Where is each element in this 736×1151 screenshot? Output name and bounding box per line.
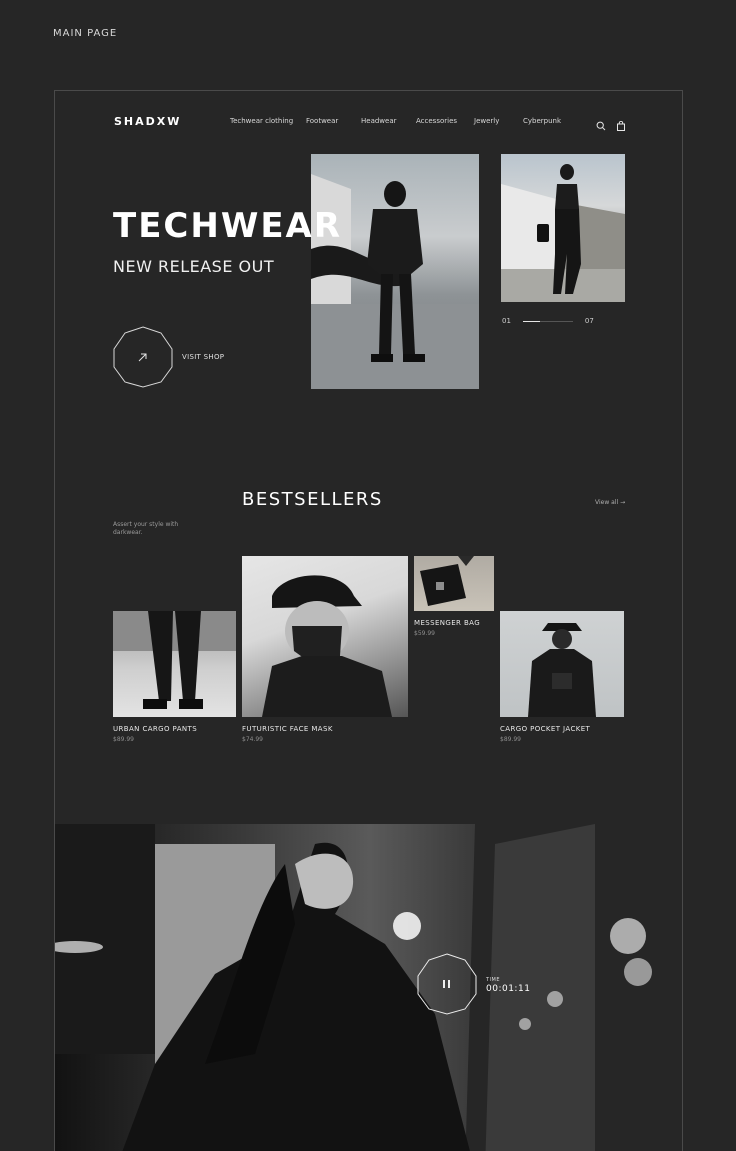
- page-label: MAIN PAGE: [53, 28, 118, 39]
- pause-icon[interactable]: [415, 952, 479, 1016]
- product-price-cargo-jacket: $89.99: [500, 736, 521, 743]
- product-name-messenger-bag[interactable]: MESSENGER BAG: [414, 619, 480, 627]
- main-nav: Techwear clothing Footwear Headwear Acce…: [230, 117, 573, 125]
- product-price-cargo-pants: $89.99: [113, 736, 134, 743]
- nav-accessories[interactable]: Accessories: [416, 117, 474, 125]
- shopping-bag-icon[interactable]: [616, 116, 626, 131]
- hero-side-photo: [501, 154, 625, 302]
- video-control: [415, 952, 479, 1016]
- nav-jewerly[interactable]: Jewerly: [474, 117, 523, 125]
- time-value: 00:01:11: [486, 984, 531, 994]
- slide-progress[interactable]: [522, 320, 573, 322]
- time-label: TIME: [486, 977, 501, 983]
- nav-footwear[interactable]: Footwear: [306, 117, 361, 125]
- nav-cyberpunk[interactable]: Cyberpunk: [523, 117, 573, 125]
- slide-current: 01: [502, 317, 511, 325]
- product-name-cargo-pants[interactable]: URBAN CARGO PANTS: [113, 725, 197, 733]
- brand-logo[interactable]: SHADXW: [114, 115, 181, 128]
- arrow-up-right-icon[interactable]: [111, 325, 175, 389]
- product-price-face-mask: $74.99: [242, 736, 263, 743]
- slide-total: 07: [584, 317, 594, 325]
- site-frame: SHADXW Techwear clothing Footwear Headwe…: [54, 90, 683, 1151]
- product-name-cargo-jacket[interactable]: CARGO POCKET JACKET: [500, 725, 590, 733]
- product-image-messenger-bag[interactable]: [414, 556, 494, 611]
- slide-progress-fill: [522, 320, 541, 322]
- product-price-messenger-bag: $59.99: [414, 630, 435, 637]
- visit-shop-label[interactable]: VISIT SHOP: [182, 353, 224, 361]
- product-name-face-mask[interactable]: FUTURISTIC FACE MASK: [242, 725, 333, 733]
- slide-counter: 01 07: [502, 317, 594, 325]
- nav-headwear[interactable]: Headwear: [361, 117, 416, 125]
- header-actions: [596, 116, 626, 131]
- product-image-cargo-jacket[interactable]: [500, 611, 624, 717]
- visit-shop-cta[interactable]: VISIT SHOP: [111, 325, 224, 389]
- bestsellers-description: Assert your style with darkwear.: [113, 521, 179, 537]
- nav-techwear-clothing[interactable]: Techwear clothing: [230, 117, 306, 125]
- promo-video[interactable]: TIME 00:01:11: [55, 824, 682, 1151]
- product-image-face-mask[interactable]: [242, 556, 408, 717]
- hero-subtitle: NEW RELEASE OUT: [113, 257, 275, 276]
- product-image-cargo-pants[interactable]: [113, 611, 236, 717]
- hero-title: TECHWEAR: [113, 206, 343, 246]
- hero-main-photo: [311, 154, 479, 389]
- bestsellers-title: BESTSELLERS: [242, 489, 383, 510]
- view-all-link[interactable]: View all →: [595, 499, 625, 506]
- search-icon[interactable]: [596, 116, 606, 131]
